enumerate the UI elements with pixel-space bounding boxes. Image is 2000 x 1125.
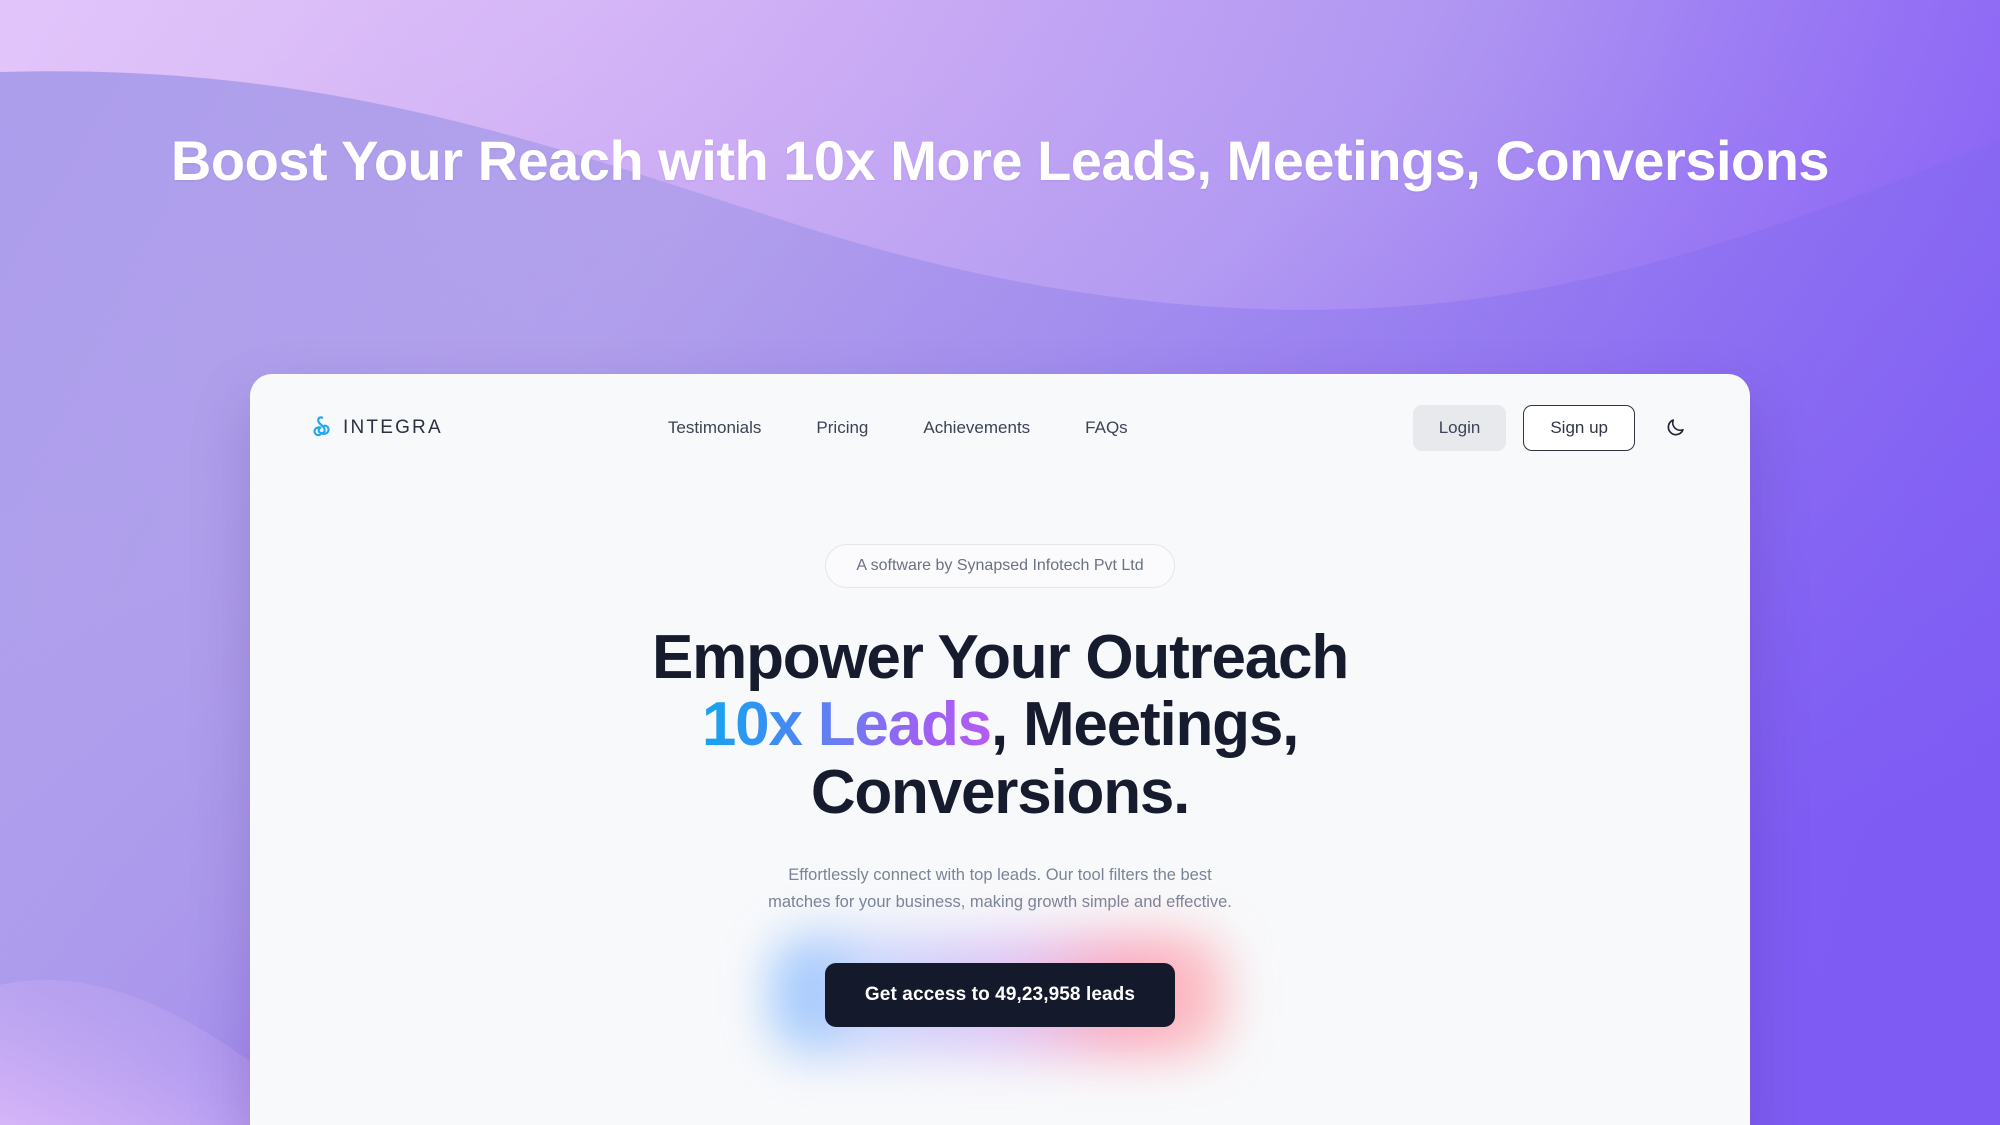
landing-preview-card: INTEGRA Testimonials Pricing Achievement… bbox=[250, 374, 1750, 1125]
hero-title: Empower Your Outreach 10x Leads, Meeting… bbox=[250, 624, 1750, 826]
theme-toggle-button[interactable] bbox=[1656, 409, 1694, 447]
nav-link-pricing[interactable]: Pricing bbox=[816, 418, 868, 438]
hero-title-highlight: 10x Leads bbox=[701, 690, 992, 760]
moon-icon bbox=[1667, 419, 1684, 436]
integra-loop-icon bbox=[313, 416, 330, 437]
login-button[interactable]: Login bbox=[1412, 404, 1507, 451]
hero-title-line-1: Empower Your Outreach bbox=[651, 623, 1349, 692]
get-access-button[interactable]: Get access to 49,23,958 leads bbox=[824, 963, 1176, 1028]
hero-title-line-2-rest: , Meetings, bbox=[990, 690, 1299, 760]
nav-link-achievements[interactable]: Achievements bbox=[923, 418, 1030, 438]
nav-link-testimonials[interactable]: Testimonials bbox=[668, 418, 762, 438]
hero-subtitle: Effortlessly connect with top leads. Our… bbox=[765, 862, 1235, 915]
page-headline: Boost Your Reach with 10x More Leads, Me… bbox=[170, 129, 1830, 192]
hero-eyebrow-badge: A software by Synapsed Infotech Pvt Ltd bbox=[825, 544, 1175, 588]
nav-links: Testimonials Pricing Achievements FAQs bbox=[383, 418, 1413, 438]
cta-container: Get access to 49,23,958 leads bbox=[772, 935, 1228, 1056]
signup-button[interactable]: Sign up bbox=[1523, 404, 1635, 451]
hero-subtitle-line-1: Effortlessly connect with top leads. Our… bbox=[788, 865, 1212, 884]
hero-section: A software by Synapsed Infotech Pvt Ltd … bbox=[250, 481, 1750, 1056]
hero-title-line-3: Conversions. bbox=[810, 757, 1191, 827]
nav-actions: Login Sign up bbox=[1412, 404, 1694, 451]
navbar: INTEGRA Testimonials Pricing Achievement… bbox=[250, 374, 1750, 481]
nav-link-faqs[interactable]: FAQs bbox=[1085, 418, 1128, 438]
hero-subtitle-line-2: matches for your business, making growth… bbox=[768, 892, 1232, 911]
